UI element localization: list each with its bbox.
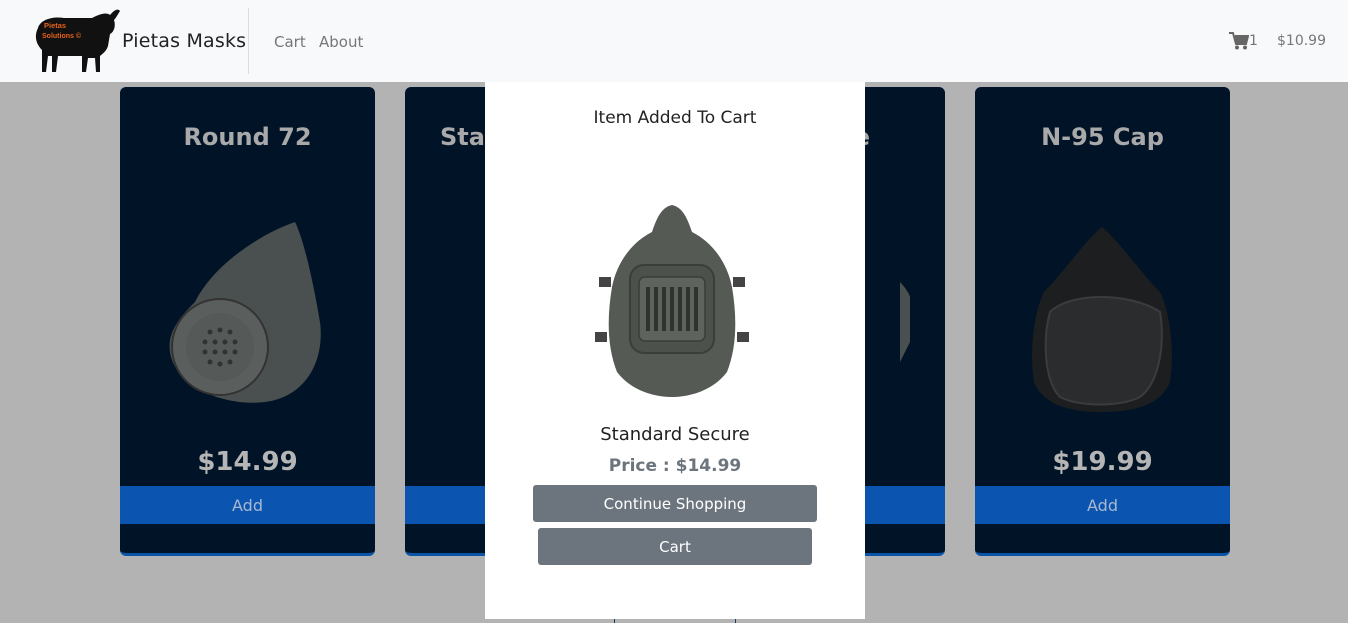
brand-name[interactable]: Pietas Masks <box>122 30 246 52</box>
round-mask-image <box>169 222 321 403</box>
shopping-cart-icon[interactable] <box>1229 32 1249 50</box>
standard-mask-image <box>595 205 749 397</box>
add-to-cart-button[interactable]: Add <box>975 486 1230 524</box>
n95-mask-image <box>1032 227 1172 412</box>
nav-link-cart[interactable]: Cart <box>274 33 306 51</box>
navbar: Pietas Solutions © Pietas Masks Cart Abo… <box>0 0 1348 82</box>
continue-shopping-button[interactable]: Continue Shopping <box>533 485 817 522</box>
product-price: $19.99 <box>1052 447 1153 477</box>
product-title: N-95 Cap <box>1041 123 1164 151</box>
product-price: $14.99 <box>197 447 298 477</box>
nav-link-about[interactable]: About <box>319 33 363 51</box>
cart-count-badge[interactable]: 1 <box>1249 33 1258 49</box>
product-title: Round 72 <box>183 123 312 151</box>
cart-total: $10.99 <box>1277 33 1326 49</box>
product-card-n95-cap: N-95 Cap $19.99 Add <box>975 87 1230 556</box>
svg-text:Pietas: Pietas <box>44 21 66 30</box>
svg-text:Solutions ©: Solutions © <box>42 32 82 40</box>
add-to-cart-button[interactable]: Add <box>120 486 375 524</box>
modal-product-price: Price : $14.99 <box>608 456 742 476</box>
modal-title: Item Added To Cart <box>593 108 757 128</box>
go-to-cart-button[interactable]: Cart <box>538 528 812 565</box>
nav-divider <box>248 8 249 74</box>
product-card-round-72: Round 72 $14.99 Add <box>120 87 375 556</box>
buffalo-logo-icon[interactable]: Pietas Solutions © <box>30 6 122 76</box>
item-added-modal: Item Added To Cart Standard Secure Price… <box>485 82 865 619</box>
modal-product-name: Standard Secure <box>600 424 750 445</box>
